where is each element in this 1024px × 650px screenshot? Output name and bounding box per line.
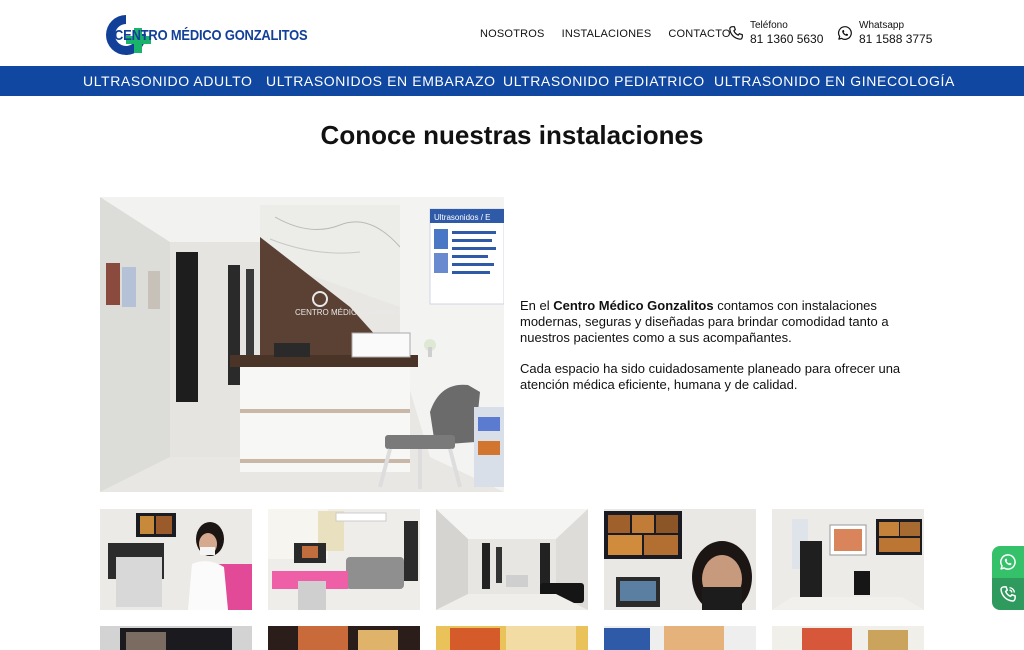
- whatsapp-float-button[interactable]: [992, 546, 1024, 578]
- nav-item-contacto[interactable]: CONTACTO: [668, 28, 730, 40]
- phone-contact[interactable]: Teléfono 81 1360 5630: [728, 20, 823, 46]
- phone-number[interactable]: 81 1360 5630: [750, 32, 823, 46]
- nav-item-instalaciones[interactable]: INSTALACIONES: [562, 28, 652, 40]
- reception-illustration: CENTRO MÉDICO GONZALITOS Ultrasonidos / …: [100, 197, 504, 492]
- site-logo[interactable]: CENTRO MÉDICO GONZALITOS: [106, 13, 316, 56]
- whatsapp-label: Whatsapp: [859, 20, 905, 31]
- clinic-name: Centro Médico Gonzalitos: [553, 298, 714, 313]
- gallery-thumb-1[interactable]: [100, 509, 252, 610]
- call-icon: [1000, 586, 1016, 602]
- facilities-paragraph: Cada espacio ha sido cuidadosamente plan…: [520, 361, 901, 392]
- nav-item-nosotros[interactable]: NOSOTROS: [480, 28, 545, 40]
- call-float-button[interactable]: [992, 578, 1024, 610]
- main-nav: NOSOTROS INSTALACIONES CONTACTO: [480, 28, 731, 40]
- gallery-thumb-4[interactable]: [604, 509, 756, 610]
- gallery-thumb-7[interactable]: [268, 626, 420, 650]
- reception-sign: CENTRO MÉDICO GONZALITOS: [295, 308, 417, 317]
- page-title: Conoce nuestras instalaciones: [320, 120, 704, 150]
- gallery-thumb-3[interactable]: [436, 509, 588, 610]
- service-ultrasonido-pediatrico[interactable]: ULTRASONIDO PEDIATRICO: [503, 73, 705, 89]
- service-ultrasonido-ginecologia[interactable]: ULTRASONIDO EN GINECOLOGÍA: [714, 73, 955, 89]
- reception-photo[interactable]: CENTRO MÉDICO GONZALITOS Ultrasonidos / …: [100, 197, 504, 492]
- whatsapp-contact[interactable]: Whatsapp 81 1588 3775: [837, 20, 932, 46]
- gallery-thumb-10[interactable]: [772, 626, 924, 650]
- phone-icon: [729, 26, 743, 40]
- logo-text: CENTRO MÉDICO GONZALITOS: [114, 26, 308, 44]
- gallery-thumb-8[interactable]: [436, 626, 588, 650]
- site-header: CENTRO MÉDICO GONZALITOS NOSOTROS INSTAL…: [0, 0, 1024, 66]
- gallery-thumb-5[interactable]: [772, 509, 924, 610]
- service-ultrasonidos-embarazo[interactable]: ULTRASONIDOS EN EMBARAZO: [266, 73, 496, 89]
- services-bar: ULTRASONIDO ADULTO ULTRASONIDOS EN EMBAR…: [0, 66, 1024, 96]
- whatsapp-icon: [837, 26, 852, 40]
- gallery-thumb-9[interactable]: [604, 626, 756, 650]
- whatsapp-icon: [1000, 554, 1016, 570]
- gallery-thumb-6[interactable]: [100, 626, 252, 650]
- intro-paragraph: En el Centro Médico Gonzalitos contamos …: [520, 298, 889, 345]
- facility-sign-text: Ultrasonidos / E: [434, 213, 490, 222]
- whatsapp-number[interactable]: 81 1588 3775: [859, 32, 932, 46]
- gallery-thumb-2[interactable]: [268, 509, 420, 610]
- phone-label: Teléfono: [750, 20, 788, 31]
- service-ultrasonido-adulto[interactable]: ULTRASONIDO ADULTO: [83, 73, 253, 89]
